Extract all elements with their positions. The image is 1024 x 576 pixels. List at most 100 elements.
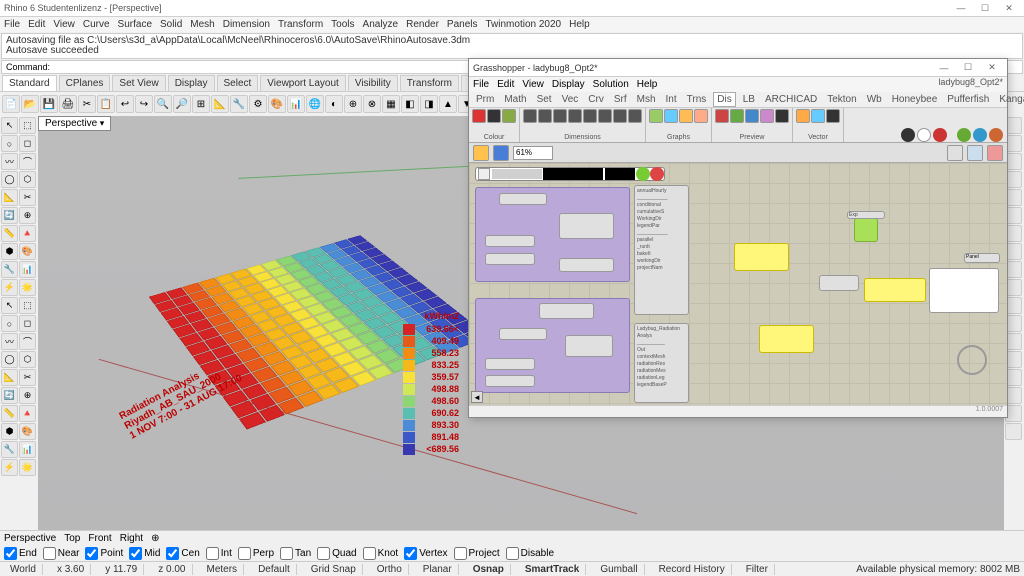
- osnap-vertex[interactable]: Vertex: [404, 547, 447, 560]
- toolbar-button[interactable]: 💾: [40, 95, 58, 113]
- gh-tab[interactable]: Honeybee: [889, 93, 941, 106]
- osnap-cen[interactable]: Cen: [166, 547, 199, 560]
- tool-button[interactable]: ⌒: [19, 153, 36, 170]
- menu-mesh[interactable]: Mesh: [190, 19, 214, 30]
- tool-button[interactable]: ⚡: [1, 459, 18, 476]
- gh-tab[interactable]: Crv: [585, 93, 607, 106]
- tool-button[interactable]: 📏: [1, 225, 18, 242]
- gh-tab[interactable]: ARCHICAD: [762, 93, 820, 106]
- gh-tab[interactable]: Wb: [864, 93, 885, 106]
- toolbar-button[interactable]: ◧: [401, 95, 419, 113]
- maximize-icon[interactable]: ☐: [974, 1, 996, 15]
- gh-tab[interactable]: Tekton: [824, 93, 859, 106]
- tool-button[interactable]: 📐: [1, 369, 18, 386]
- gh-component-icon[interactable]: [553, 109, 567, 123]
- gh-component-icon[interactable]: [679, 109, 693, 123]
- gh-tab[interactable]: Pufferfish: [944, 93, 992, 106]
- toolbar-button[interactable]: 🌐: [306, 95, 324, 113]
- gh-component-icon[interactable]: [598, 109, 612, 123]
- tool-button[interactable]: ◻: [19, 135, 36, 152]
- gh-component-icon[interactable]: [649, 109, 663, 123]
- osnap-end[interactable]: End: [4, 547, 37, 560]
- status-osnap[interactable]: Osnap: [467, 564, 511, 575]
- tool-button[interactable]: 〰: [1, 153, 18, 170]
- menu-analyze[interactable]: Analyze: [363, 19, 399, 30]
- toolbar-button[interactable]: 📋: [97, 95, 115, 113]
- tool-button[interactable]: ⬚: [19, 117, 36, 134]
- toolbar-button[interactable]: ⚙: [249, 95, 267, 113]
- toolbar-button[interactable]: ↩: [116, 95, 134, 113]
- gh-tab[interactable]: Trns: [684, 93, 710, 106]
- toolbar-button[interactable]: 🎨: [268, 95, 286, 113]
- gh-component-icon[interactable]: [826, 109, 840, 123]
- gh-component-icon[interactable]: [613, 109, 627, 123]
- tool-button[interactable]: 📊: [19, 261, 36, 278]
- toolbar-button[interactable]: ↪: [135, 95, 153, 113]
- gh-tab[interactable]: Kangaroo2: [996, 93, 1024, 106]
- osnap-point[interactable]: Point: [85, 547, 123, 560]
- gh-component-icon[interactable]: [538, 109, 552, 123]
- menu-surface[interactable]: Surface: [118, 19, 152, 30]
- status-gumball[interactable]: Gumball: [594, 564, 644, 575]
- grasshopper-window[interactable]: Grasshopper - ladybug8_Opt2* — ☐ ✕ FileE…: [468, 58, 1008, 418]
- tool-button[interactable]: 🔄: [1, 387, 18, 404]
- tooltab[interactable]: Display: [168, 75, 215, 91]
- tool-button[interactable]: ⬢: [1, 423, 18, 440]
- gh-eye-icon[interactable]: [967, 145, 983, 161]
- gh-sketch-icon[interactable]: [947, 145, 963, 161]
- tool-button[interactable]: ◻: [19, 315, 36, 332]
- gh-component-icon[interactable]: [811, 109, 825, 123]
- gh-close-icon[interactable]: ✕: [981, 61, 1003, 75]
- osnap-knot[interactable]: Knot: [363, 547, 399, 560]
- gh-open-icon[interactable]: [473, 145, 489, 161]
- tooltab[interactable]: CPlanes: [59, 75, 111, 91]
- toolbar-button[interactable]: ⊕: [344, 95, 362, 113]
- osnap-disable[interactable]: Disable: [506, 547, 554, 560]
- viewport-tab[interactable]: Perspective: [4, 533, 56, 544]
- viewport-tab[interactable]: Right: [120, 533, 143, 544]
- osnap-mid[interactable]: Mid: [129, 547, 160, 560]
- toolbar-button[interactable]: 📄: [2, 95, 20, 113]
- gh-component-icon[interactable]: [694, 109, 708, 123]
- tool-button[interactable]: ⌒: [19, 333, 36, 350]
- gh-tab[interactable]: Set: [534, 93, 555, 106]
- gh-corner-icon[interactable]: ◄: [471, 391, 483, 403]
- gh-tab[interactable]: LB: [740, 93, 758, 106]
- status-smarttrack[interactable]: SmartTrack: [519, 564, 586, 575]
- osnap-int[interactable]: Int: [206, 547, 232, 560]
- tool-button[interactable]: ✂: [19, 369, 36, 386]
- toolbar-button[interactable]: ◨: [420, 95, 438, 113]
- gh-menu-item[interactable]: Edit: [497, 79, 514, 90]
- toolbar-button[interactable]: 📊: [287, 95, 305, 113]
- tool-button[interactable]: 🎨: [19, 423, 36, 440]
- gh-component-icon[interactable]: [568, 109, 582, 123]
- tooltab[interactable]: Visibility: [348, 75, 398, 91]
- tool-button[interactable]: ⬢: [1, 243, 18, 260]
- gh-tab[interactable]: Msh: [634, 93, 659, 106]
- gh-component-icon[interactable]: [487, 109, 501, 123]
- menu-panels[interactable]: Panels: [447, 19, 478, 30]
- gh-component-icon[interactable]: [730, 109, 744, 123]
- close-icon[interactable]: ✕: [998, 1, 1020, 15]
- gh-tab[interactable]: Int: [663, 93, 680, 106]
- osnap-quad[interactable]: Quad: [317, 547, 356, 560]
- tool-button[interactable]: 🔧: [1, 261, 18, 278]
- minimize-icon[interactable]: —: [950, 1, 972, 15]
- tooltab[interactable]: Standard: [2, 75, 57, 91]
- viewport-tab[interactable]: Front: [88, 533, 111, 544]
- tool-button[interactable]: 📐: [1, 189, 18, 206]
- tooltab[interactable]: Viewport Layout: [260, 75, 346, 91]
- osnap-perp[interactable]: Perp: [238, 547, 274, 560]
- tool-button[interactable]: ⬡: [19, 351, 36, 368]
- gh-menu-item[interactable]: Display: [552, 79, 585, 90]
- tool-button[interactable]: 🌟: [19, 459, 36, 476]
- gh-maximize-icon[interactable]: ☐: [957, 61, 979, 75]
- toolbar-button[interactable]: ✂: [78, 95, 96, 113]
- toolbar-button[interactable]: ◐: [325, 95, 343, 113]
- gh-canvas[interactable]: annualHourly___________conditionalcumula…: [469, 163, 1007, 405]
- toolbar-button[interactable]: 📐: [211, 95, 229, 113]
- toolbar-button[interactable]: ▲: [439, 95, 457, 113]
- tool-button[interactable]: 📊: [19, 441, 36, 458]
- status-grid-snap[interactable]: Grid Snap: [305, 564, 363, 575]
- tool-button[interactable]: 📏: [1, 405, 18, 422]
